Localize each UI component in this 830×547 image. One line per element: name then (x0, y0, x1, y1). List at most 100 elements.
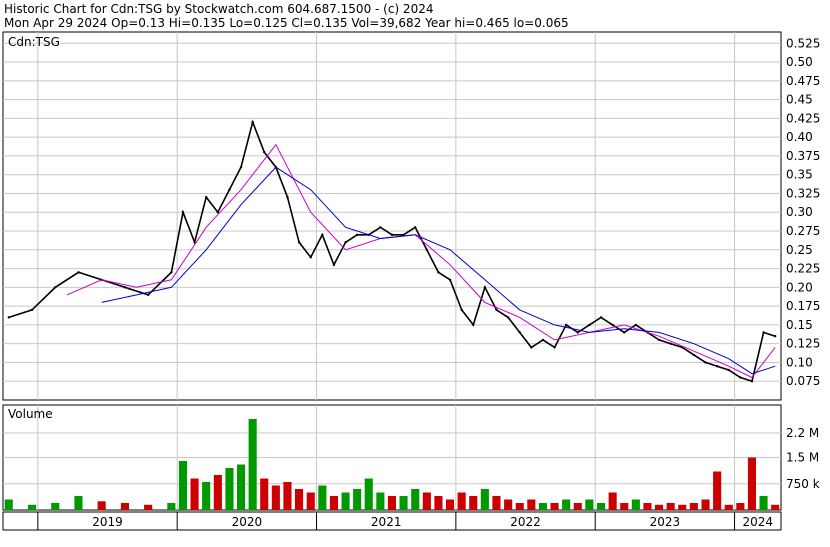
price-point (483, 286, 487, 289)
volume-bar (283, 482, 292, 510)
price-point (611, 323, 614, 327)
price-tick-label: 0.10 (786, 355, 813, 369)
volume-bar (190, 478, 199, 510)
volume-bar (504, 499, 513, 510)
price-tick-label: 0.30 (786, 205, 813, 219)
volume-bar (446, 499, 455, 510)
volume-bar (562, 499, 571, 510)
price-point (657, 338, 661, 342)
volume-bar (689, 503, 698, 510)
price-point (321, 233, 324, 236)
price-point (216, 211, 220, 214)
volume-bar (167, 503, 176, 510)
volume-bar (771, 504, 780, 511)
price-tick-label: 0.225 (786, 262, 820, 276)
volume-bar (4, 499, 13, 510)
price-tick-label: 0.15 (786, 318, 813, 332)
price-point (704, 361, 707, 364)
price-point (623, 331, 626, 334)
price-tick-label: 0.45 (786, 93, 813, 107)
price-point (332, 263, 336, 267)
price-point (564, 323, 568, 327)
volume-bar (353, 489, 362, 510)
volume-bar (608, 492, 617, 510)
x-tick-label: 2021 (371, 515, 402, 529)
price-point (750, 380, 754, 383)
volume-bar (573, 503, 582, 510)
price-point (541, 338, 545, 342)
volume-bar (260, 478, 269, 510)
price-point (692, 353, 696, 357)
price-tick-label: 0.35 (786, 168, 813, 182)
price-tick-label: 0.175 (786, 299, 820, 313)
volume-bar (411, 489, 420, 510)
price-point (727, 368, 730, 372)
price-point (7, 316, 11, 319)
volume-bar (666, 503, 675, 510)
volume-bar (655, 504, 664, 511)
price-point (205, 196, 208, 199)
price-point (425, 248, 429, 251)
price-point (460, 308, 463, 312)
price-tick-label: 0.25 (786, 243, 813, 257)
volume-bar (747, 457, 756, 510)
volume-bar (387, 496, 396, 510)
stock-chart: Historic Chart for Cdn:TSG by Stockwatch… (0, 0, 830, 543)
price-tick-label: 0.50 (786, 55, 813, 69)
x-axis: 2019 2020 2021 2022 2023 2024 (2, 511, 782, 531)
price-point (355, 233, 359, 236)
header-line-2: Mon Apr 29 2024 Op=0.13 Hi=0.135 Lo=0.12… (4, 16, 569, 30)
volume-bar (178, 461, 187, 510)
price-point (506, 316, 510, 319)
volume-tick-label: 2.2 M (786, 426, 819, 440)
price-panel-frame (2, 31, 782, 401)
volume-bar (736, 503, 745, 510)
volume-bar (318, 485, 327, 510)
price-tick-label: 0.40 (786, 130, 813, 144)
price-point (762, 331, 765, 334)
price-point (251, 120, 254, 124)
price-tick-label: 0.125 (786, 337, 820, 351)
price-point (553, 346, 556, 349)
volume-panel-title: Volume (8, 407, 53, 421)
volume-bar (306, 492, 315, 510)
volume-bar (678, 504, 687, 511)
price-point (263, 150, 266, 154)
price-point (715, 365, 719, 368)
header-line-1: Historic Chart for Cdn:TSG by Stockwatch… (4, 2, 433, 16)
price-point (634, 323, 638, 327)
volume-bar (28, 504, 37, 511)
volume-bar (120, 503, 129, 510)
price-point (309, 256, 312, 259)
volume-bar (643, 503, 652, 510)
price-point (530, 346, 533, 349)
volume-bar (620, 503, 629, 510)
volume-bar (585, 499, 594, 510)
x-tick-label: 2019 (92, 515, 123, 529)
price-tick-label: 0.425 (786, 111, 820, 125)
volume-bar (295, 489, 304, 510)
price-tick-label: 0.075 (786, 374, 820, 388)
volume-bar (271, 485, 280, 510)
price-point (495, 308, 498, 312)
volume-bar (399, 496, 408, 510)
price-tick-label: 0.375 (786, 149, 820, 163)
volume-bar (364, 478, 373, 510)
volume-bar (469, 496, 478, 510)
volume-bar (202, 482, 211, 510)
price-tick-label: 0.325 (786, 186, 820, 200)
volume-bar (457, 492, 466, 510)
price-tick-label: 0.525 (786, 36, 820, 50)
price-point (518, 331, 521, 334)
x-tick-label: 2024 (743, 515, 774, 529)
volume-bar (713, 471, 722, 510)
price-point (472, 323, 475, 327)
volume-bar (97, 501, 106, 511)
price-point (437, 271, 440, 274)
price-point (146, 293, 150, 297)
price-point (239, 165, 243, 169)
price-point (77, 271, 80, 274)
price-point (379, 226, 382, 229)
chart-svg: Historic Chart for Cdn:TSG by Stockwatch… (0, 0, 830, 543)
volume-tick-label: 750 k (786, 477, 820, 491)
